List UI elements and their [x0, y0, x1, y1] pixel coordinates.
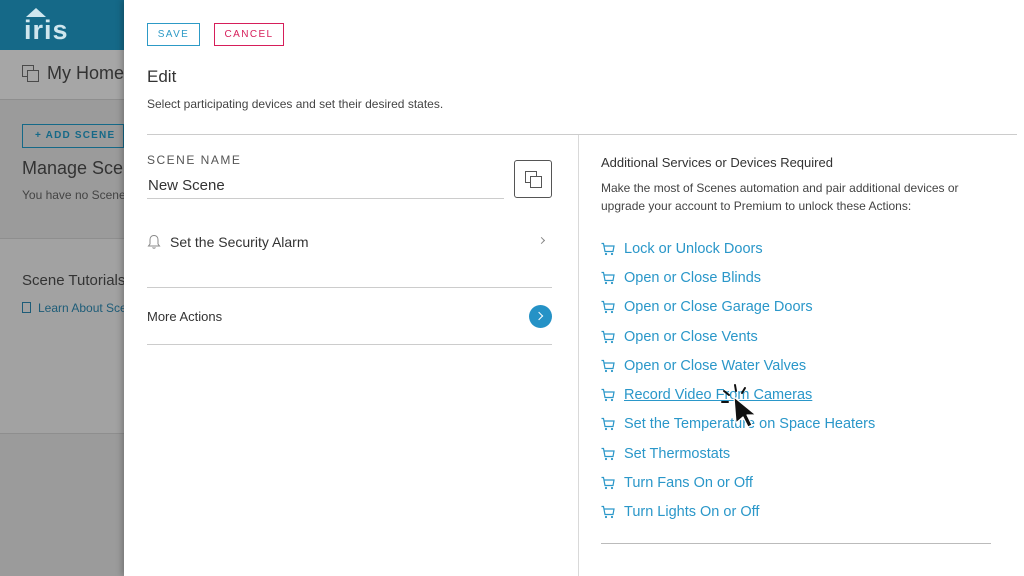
cart-icon: [601, 418, 615, 431]
action-link[interactable]: Turn Lights On or Off: [601, 498, 875, 527]
action-link[interactable]: Record Video From Cameras: [601, 380, 875, 409]
tutorials-section: [0, 238, 124, 434]
cart-icon: [601, 389, 615, 402]
cart-icon: [601, 301, 615, 314]
cart-icon: [601, 476, 615, 490]
add-scene-button[interactable]: + ADD SCENE: [22, 124, 124, 148]
action-label: Turn Lights On or Off: [624, 504, 760, 521]
cancel-button[interactable]: CANCEL: [214, 23, 284, 46]
premium-actions-list: Lock or Unlock Doors Open or Close Blind…: [601, 234, 875, 527]
background-page: My Home + ADD SCENE Manage Scenes You ha…: [0, 0, 124, 576]
cart-icon: [601, 271, 615, 285]
chevron-right-icon: [537, 236, 546, 245]
action-label: Turn Fans On or Off: [624, 475, 753, 492]
action-label: Set Thermostats: [624, 445, 731, 462]
learn-link-text: Learn About Scenes: [38, 301, 124, 315]
additional-services-description: Make the most of Scenes automation and p…: [601, 181, 959, 213]
copy-button[interactable]: [514, 160, 552, 198]
action-label: Set the Temperature on Space Heaters: [624, 416, 876, 433]
copy-icon-front: [530, 176, 542, 188]
no-scenes-text: You have no Scenes: [22, 188, 124, 202]
action-label: Open or Close Blinds: [624, 269, 762, 286]
action-link[interactable]: Turn Fans On or Off: [601, 468, 875, 497]
edit-scene-panel: SAVE CANCEL Edit Select participating de…: [124, 0, 1024, 576]
cart-icon: [601, 359, 615, 372]
action-label: Open or Close Garage Doors: [624, 299, 813, 316]
more-actions-row[interactable]: More Actions: [147, 289, 552, 345]
additional-services-title: Additional Services or Devices Required: [601, 155, 833, 170]
manage-scenes-title: Manage Scenes: [22, 158, 124, 178]
chevron-right-icon: [534, 311, 544, 321]
action-link[interactable]: Open or Close Water Valves: [601, 351, 875, 380]
document-icon: [22, 302, 31, 313]
security-alarm-label: Set the Security Alarm: [170, 234, 309, 250]
learn-about-scenes-link[interactable]: Learn About Scenes: [22, 301, 124, 315]
action-label: Record Video From Cameras: [624, 387, 813, 404]
action-label: Open or Close Water Valves: [624, 357, 807, 374]
divider: [147, 134, 1017, 135]
action-link[interactable]: Set the Temperature on Space Heaters: [601, 410, 875, 439]
more-actions-button[interactable]: [529, 305, 552, 328]
scene-name-label: SCENE NAME: [147, 153, 242, 167]
scene-tutorials-title: Scene Tutorials: [22, 272, 124, 289]
action-link[interactable]: Open or Close Blinds: [601, 263, 875, 292]
security-alarm-row[interactable]: Set the Security Alarm: [147, 230, 552, 288]
bell-icon: [147, 234, 161, 249]
cart-icon: [601, 506, 615, 519]
edit-subtitle: Select participating devices and set the…: [147, 97, 444, 111]
action-link[interactable]: Lock or Unlock Doors: [601, 234, 875, 263]
edit-title: Edit: [147, 67, 177, 86]
action-link[interactable]: Open or Close Garage Doors: [601, 293, 875, 322]
save-button[interactable]: SAVE: [147, 23, 200, 46]
action-label: Open or Close Vents: [624, 328, 758, 345]
more-actions-label: More Actions: [147, 309, 223, 324]
action-link[interactable]: Open or Close Vents: [601, 322, 875, 351]
column-divider: [578, 135, 579, 576]
scene-name-input[interactable]: [147, 172, 504, 199]
cart-icon: [601, 242, 615, 255]
home-title[interactable]: My Home: [47, 63, 124, 84]
places-icon[interactable]: [22, 65, 40, 83]
divider: [601, 543, 991, 544]
action-label: Lock or Unlock Doors: [624, 240, 763, 257]
cart-icon: [601, 447, 615, 460]
cart-icon: [601, 330, 615, 343]
action-link[interactable]: Set Thermostats: [601, 439, 875, 468]
